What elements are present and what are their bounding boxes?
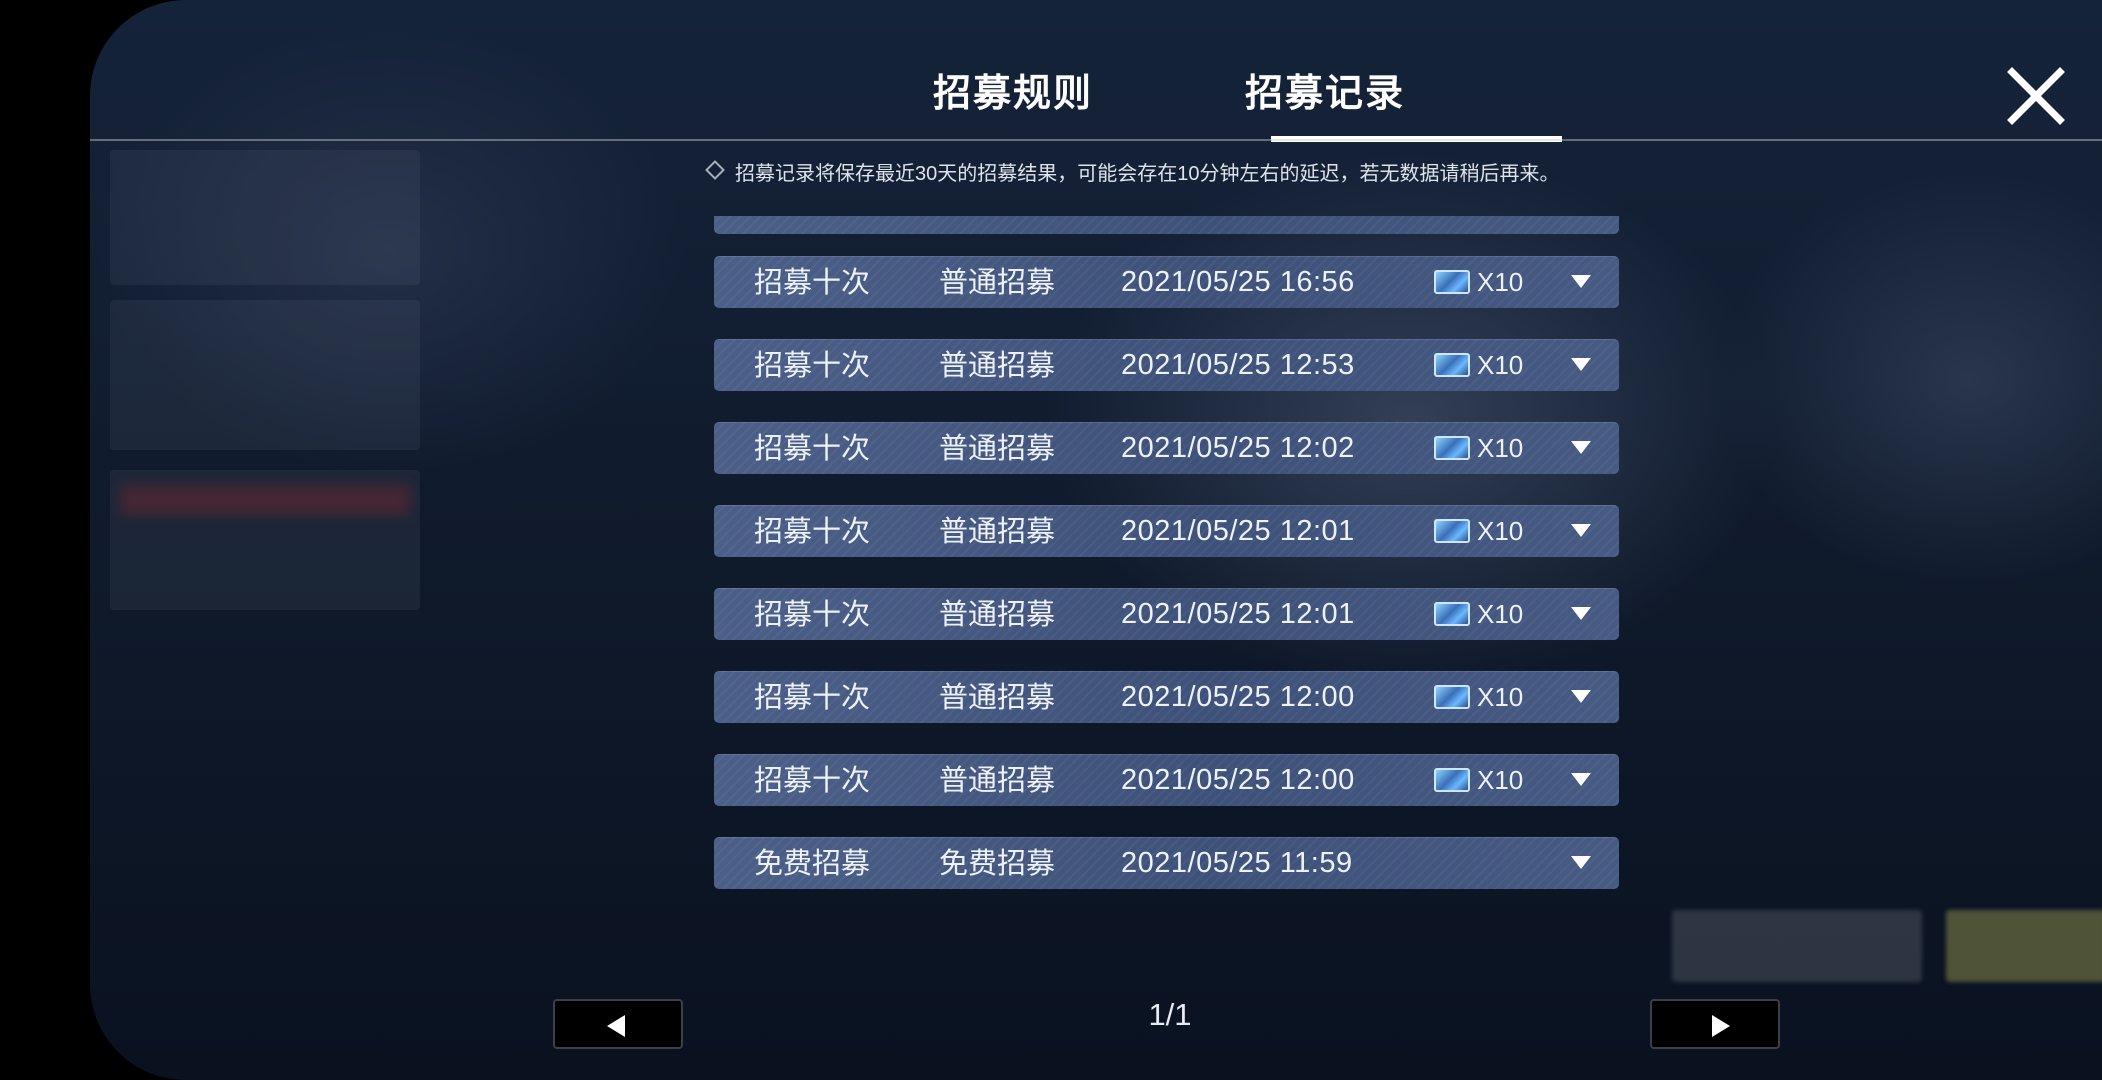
- close-icon[interactable]: [2006, 66, 2066, 126]
- record-type: 招募十次: [754, 763, 871, 797]
- record-time: 2021/05/25 16:56: [1121, 266, 1355, 298]
- record-pool: 普通招募: [939, 597, 1056, 631]
- bg-button: [1672, 910, 1922, 982]
- recruit-ticket-icon: [1434, 685, 1470, 709]
- bg-card: [110, 300, 420, 450]
- record-type: 免费招募: [754, 846, 871, 880]
- record-row[interactable]: 招募十次 普通招募 2021/05/25 12:01 X10: [714, 588, 1619, 640]
- recruit-ticket-icon: [1434, 602, 1470, 626]
- record-row[interactable]: 招募十次 普通招募 2021/05/25 16:56 X10: [714, 256, 1619, 308]
- record-count: X10: [1477, 516, 1524, 546]
- record-time: 2021/05/25 12:01: [1121, 598, 1355, 630]
- record-type: 招募十次: [754, 348, 871, 382]
- recruit-ticket-icon: [1434, 519, 1470, 543]
- record-row[interactable]: 招募十次 普通招募 2021/05/25 12:02 X10: [714, 422, 1619, 474]
- record-time: 2021/05/25 11:59: [1121, 847, 1353, 879]
- record-pool: 普通招募: [939, 680, 1056, 714]
- recruit-ticket-icon: [1434, 353, 1470, 377]
- record-type: 招募十次: [754, 597, 871, 631]
- record-type: 招募十次: [754, 431, 871, 465]
- record-time: 2021/05/25 12:01: [1121, 515, 1355, 547]
- triangle-down-icon[interactable]: [1571, 773, 1591, 786]
- header-divider: [90, 139, 2102, 141]
- triangle-right-icon: [1712, 1015, 1730, 1037]
- triangle-down-icon[interactable]: [1571, 690, 1591, 703]
- tab-recruit-records[interactable]: 招募记录: [1245, 62, 1405, 117]
- record-type: 招募十次: [754, 265, 871, 299]
- triangle-down-icon[interactable]: [1571, 358, 1591, 371]
- record-row[interactable]: 招募十次 普通招募 2021/05/25 12:00 X10: [714, 754, 1619, 806]
- triangle-down-icon[interactable]: [1571, 441, 1591, 454]
- record-pool: 普通招募: [939, 431, 1056, 465]
- record-row[interactable]: 招募十次 普通招募 2021/05/25 12:00 X10: [714, 671, 1619, 723]
- bg-button: [1946, 910, 2102, 982]
- bg-card: [110, 150, 420, 285]
- record-pool: 普通招募: [939, 348, 1056, 382]
- page-indicator: 1/1: [1148, 997, 1192, 1032]
- prev-page-button[interactable]: [553, 999, 683, 1049]
- record-type: 招募十次: [754, 514, 871, 548]
- record-time: 2021/05/25 12:53: [1121, 349, 1355, 381]
- record-count: X10: [1477, 599, 1524, 629]
- record-row-partial: [714, 216, 1619, 234]
- recruit-ticket-icon: [1434, 768, 1470, 792]
- record-row[interactable]: 招募十次 普通招募 2021/05/25 12:53 X10: [714, 339, 1619, 391]
- triangle-down-icon[interactable]: [1571, 275, 1591, 288]
- record-count: X10: [1477, 433, 1524, 463]
- recruit-ticket-icon: [1434, 270, 1470, 294]
- triangle-down-icon[interactable]: [1571, 524, 1591, 537]
- record-count: X10: [1477, 267, 1524, 297]
- record-pool: 普通招募: [939, 763, 1056, 797]
- bg-card: [110, 470, 420, 610]
- record-count: X10: [1477, 350, 1524, 380]
- record-time: 2021/05/25 12:00: [1121, 764, 1355, 796]
- record-pool: 普通招募: [939, 265, 1056, 299]
- triangle-left-icon: [607, 1015, 625, 1037]
- record-pool: 普通招募: [939, 514, 1056, 548]
- record-type: 招募十次: [754, 680, 871, 714]
- record-row[interactable]: 免费招募 免费招募 2021/05/25 11:59: [714, 837, 1619, 889]
- record-time: 2021/05/25 12:02: [1121, 432, 1355, 464]
- record-count: X10: [1477, 765, 1524, 795]
- record-row[interactable]: 招募十次 普通招募 2021/05/25 12:01 X10: [714, 505, 1619, 557]
- recruit-ticket-icon: [1434, 436, 1470, 460]
- next-page-button[interactable]: [1650, 999, 1780, 1049]
- tab-recruit-rules[interactable]: 招募规则: [933, 62, 1093, 117]
- record-notice: 招募记录将保存最近30天的招募结果，可能会存在10分钟左右的延迟，若无数据请稍后…: [735, 163, 1560, 185]
- record-list[interactable]: 招募十次 普通招募 2021/05/25 16:56 X10 招募十次 普通招募 2021/…: [714, 216, 1619, 916]
- record-time: 2021/05/25 12:00: [1121, 681, 1355, 713]
- record-pool: 免费招募: [939, 846, 1056, 880]
- triangle-down-icon[interactable]: [1571, 856, 1591, 869]
- triangle-down-icon[interactable]: [1571, 607, 1591, 620]
- record-count: X10: [1477, 682, 1524, 712]
